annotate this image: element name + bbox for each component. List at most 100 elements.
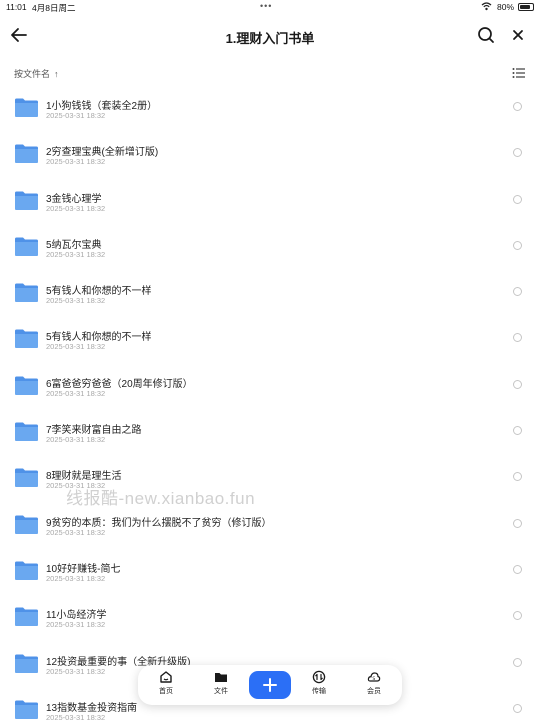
folder-icon: [15, 515, 38, 534]
select-radio[interactable]: [513, 426, 522, 436]
folder-icon: [215, 673, 227, 682]
select-radio[interactable]: [513, 148, 522, 158]
file-date: 2025-03-31 18:32: [46, 435, 106, 445]
list-item[interactable]: 8理财就是理生活 2025-03-31 18:32: [0, 456, 540, 502]
select-radio[interactable]: [513, 611, 522, 621]
sort-label: 按文件名: [14, 69, 51, 79]
file-name: 6富爸爸穷爸爸（20周年修订版）: [46, 378, 193, 390]
file-date: 2025-03-31 18:32: [46, 620, 106, 630]
file-name: 5纳瓦尔宝典: [46, 239, 102, 251]
tab-files[interactable]: 文件: [203, 670, 239, 696]
folder-icon: [15, 700, 38, 719]
search-icon: [478, 27, 494, 43]
status-time: 11:01: [6, 2, 27, 12]
file-name: 5有钱人和你想的不一样: [46, 332, 152, 344]
file-date: 2025-03-31 18:32: [46, 666, 106, 676]
select-radio[interactable]: [513, 472, 522, 482]
vip-icon: S: [367, 672, 381, 682]
file-date: 2025-03-31 18:32: [46, 481, 106, 491]
select-radio[interactable]: [513, 379, 522, 389]
plus-icon: [263, 678, 277, 692]
multitask-dots-icon[interactable]: •••: [260, 1, 272, 11]
page-title: 1.理财入门书单: [225, 31, 315, 46]
tab-home[interactable]: 首页: [148, 670, 184, 696]
file-list: 1小狗钱钱（套装全2册） 2025-03-31 18:32 2穷查理宝典(全新增订版…: [0, 86, 540, 720]
list-item[interactable]: 2穷查理宝典(全新增订版) 2025-03-31 18:32: [0, 132, 540, 178]
folder-icon: [15, 654, 38, 673]
list-item[interactable]: 1小狗钱钱（套装全2册） 2025-03-31 18:32: [0, 86, 540, 132]
folder-icon: [15, 607, 38, 627]
view-mode-button[interactable]: [512, 66, 526, 78]
wifi-icon: [481, 1, 492, 13]
add-button[interactable]: [249, 671, 291, 699]
close-icon: [513, 30, 523, 40]
select-radio[interactable]: [513, 194, 522, 204]
list-item[interactable]: 11小岛经济学 2025-03-31 18:32: [0, 595, 540, 641]
list-item[interactable]: 3金钱心理学 2025-03-31 18:32: [0, 179, 540, 225]
folder-icon: [15, 283, 38, 303]
tab-files-label: 文件: [214, 688, 228, 695]
select-radio[interactable]: [513, 240, 522, 250]
file-name: 7李笑来财富自由之路: [46, 425, 142, 437]
file-date: 2025-03-31 18:32: [46, 712, 106, 720]
list-item[interactable]: 7李笑来财富自由之路 2025-03-31 18:32: [0, 410, 540, 456]
file-panel: 按文件名 ↑ 1小狗钱钱（套装全2册） 2025-03-31 18:32 2穷查理宝典…: [0, 58, 540, 720]
bottom-tab-bar: 首页 文件 传输 S 会员: [138, 665, 402, 705]
sort-control[interactable]: 按文件名 ↑: [14, 67, 59, 80]
select-radio[interactable]: [513, 564, 522, 574]
list-item[interactable]: 10好好赚钱-简七 2025-03-31 18:32: [0, 549, 540, 595]
status-bar: 11:01 4月8日周二 ••• 80%: [0, 0, 540, 14]
file-date: 2025-03-31 18:32: [46, 342, 106, 352]
list-item[interactable]: 5纳瓦尔宝典 2025-03-31 18:32: [0, 225, 540, 271]
folder-icon: [15, 376, 38, 395]
folder-icon: [15, 237, 38, 256]
select-radio[interactable]: [513, 333, 522, 343]
folder-icon: [15, 329, 38, 349]
select-radio[interactable]: [513, 703, 522, 713]
tab-transfer[interactable]: 传输: [301, 670, 337, 696]
folder-icon: [15, 468, 38, 488]
header: 1.理财入门书单: [0, 16, 540, 56]
file-date: 2025-03-31 18:32: [46, 388, 106, 398]
tab-vip-label: 会员: [367, 688, 381, 695]
file-name: 8理财就是理生活: [46, 471, 122, 483]
list-item[interactable]: 6富爸爸穷爸爸（20周年修订版） 2025-03-31 18:32: [0, 364, 540, 410]
select-radio[interactable]: [513, 518, 522, 528]
file-name: 13指数基金投资指南: [46, 702, 138, 714]
transfer-icon: [312, 670, 326, 684]
file-date: 2025-03-31 18:32: [46, 296, 106, 306]
list-item[interactable]: 5有钱人和你想的不一样 2025-03-31 18:32: [0, 271, 540, 317]
file-date: 2025-03-31 18:32: [46, 157, 106, 167]
folder-icon: [15, 191, 38, 210]
file-name: 3金钱心理学: [46, 193, 102, 205]
file-name: 1小狗钱钱（套装全2册）: [46, 101, 158, 112]
arrow-up-icon: ↑: [54, 69, 59, 79]
select-radio[interactable]: [513, 657, 522, 667]
folder-icon: [15, 422, 38, 442]
list-view-icon: [512, 68, 525, 78]
list-item[interactable]: 5有钱人和你想的不一样 2025-03-31 18:32: [0, 317, 540, 363]
file-name: 11小岛经济学: [46, 610, 107, 622]
search-button[interactable]: [476, 25, 496, 45]
battery-icon: [518, 3, 534, 11]
folder-icon: [15, 144, 38, 164]
folder-icon: [15, 98, 38, 117]
tab-transfer-label: 传输: [312, 688, 326, 695]
battery-percent: 80%: [496, 2, 514, 12]
file-name: 5有钱人和你想的不一样: [46, 286, 152, 298]
file-date: 2025-03-31 18:32: [46, 203, 106, 213]
select-radio[interactable]: [513, 102, 522, 111]
file-name: 9贫穷的本质：我们为什么摆脱不了贫穷（修订版）: [46, 517, 272, 529]
tab-home-label: 首页: [159, 688, 173, 695]
list-item[interactable]: 9贫穷的本质：我们为什么摆脱不了贫穷（修订版） 2025-03-31 18:32: [0, 503, 540, 549]
status-date: 4月8日周二: [32, 3, 76, 13]
file-date: 2025-03-31 18:32: [46, 111, 106, 120]
home-icon: [160, 671, 172, 683]
close-button[interactable]: [508, 25, 528, 45]
file-date: 2025-03-31 18:32: [46, 573, 106, 583]
file-name: 2穷查理宝典(全新增订版): [46, 147, 159, 159]
svg-text:S: S: [372, 676, 375, 682]
tab-vip[interactable]: S 会员: [356, 670, 392, 696]
file-date: 2025-03-31 18:32: [46, 527, 106, 537]
select-radio[interactable]: [513, 287, 522, 297]
